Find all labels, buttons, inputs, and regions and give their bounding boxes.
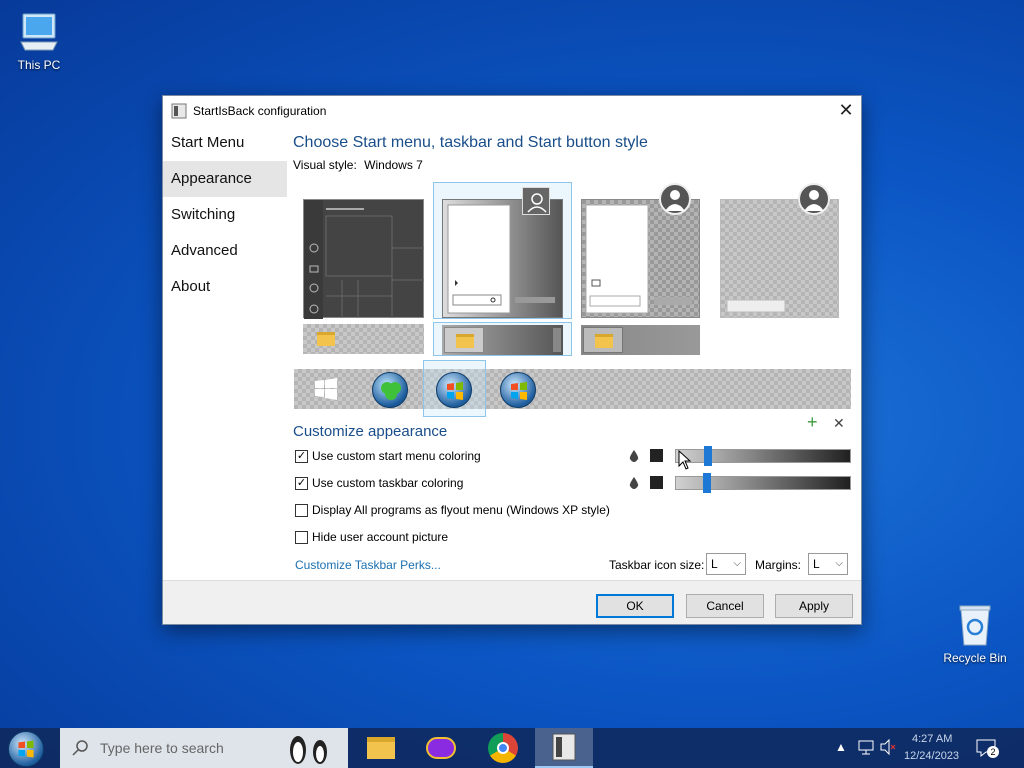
option-flyout-all-programs[interactable]: Display All programs as flyout menu (Win…	[295, 503, 610, 517]
chrome-icon	[488, 733, 518, 763]
start-style-plain[interactable]	[720, 199, 839, 318]
taskbar-search-box[interactable]: Type here to search	[60, 728, 348, 768]
sidebar-item-advanced[interactable]: Advanced	[163, 233, 287, 269]
customize-taskbar-perks-link[interactable]: Customize Taskbar Perks...	[295, 558, 441, 572]
visual-style-row: Visual style: Windows 7	[293, 158, 855, 172]
page-title: Choose Start menu, taskbar and Start but…	[293, 134, 648, 151]
desktop-icon-label: Recycle Bin	[943, 651, 1007, 665]
sidebar-item-appearance[interactable]: Appearance	[163, 161, 287, 197]
clover-orb-icon[interactable]	[372, 372, 408, 408]
checkbox-label: Use custom taskbar coloring	[312, 476, 464, 490]
slider-thumb[interactable]	[704, 446, 712, 466]
folder-icon	[456, 334, 474, 348]
visual-style-label: Visual style:	[293, 158, 357, 172]
taskbar-style-3[interactable]	[581, 325, 700, 355]
mask-app-icon	[426, 737, 456, 759]
taskbar-chrome[interactable]	[474, 728, 532, 768]
chevron-down-icon: ⌵	[835, 558, 843, 569]
sidebar: Start Menu Appearance Switching Advanced…	[163, 125, 287, 305]
start-orb-icon[interactable]	[8, 731, 44, 767]
folder-icon	[317, 332, 335, 346]
tray-overflow-chevron-icon[interactable]: ▲	[835, 740, 847, 754]
select-value: L	[813, 557, 820, 571]
cancel-button[interactable]: Cancel	[686, 594, 764, 618]
apply-button[interactable]: Apply	[775, 594, 853, 618]
add-icon[interactable]: +	[807, 412, 818, 433]
startisback-icon	[552, 733, 576, 761]
taskbar-color-swatch[interactable]	[650, 476, 663, 489]
chevron-down-icon: ⌵	[733, 558, 741, 569]
startisback-window: StartIsBack configuration ✕ Start Menu A…	[162, 95, 862, 625]
start-button-strip	[294, 360, 851, 417]
taskbar-app-mask[interactable]	[412, 728, 470, 768]
margins-select[interactable]: L ⌵	[808, 553, 848, 575]
taskbar: Type here to search ▲ 4:27 AM 12/24/2023…	[0, 728, 1024, 768]
checkbox-label: Hide user account picture	[312, 530, 449, 544]
select-value: L	[711, 557, 718, 571]
close-icon[interactable]: ✕	[831, 96, 861, 125]
app-icon	[171, 103, 187, 119]
taskbar-opacity-slider[interactable]	[675, 473, 851, 493]
desktop-icon-recycle-bin[interactable]: Recycle Bin	[937, 603, 1013, 665]
mouse-cursor-icon	[678, 449, 692, 473]
content-area: Choose Start menu, taskbar and Start but…	[293, 125, 855, 172]
margins-label: Margins:	[755, 558, 802, 572]
taskbar-startisback[interactable]	[535, 728, 593, 768]
sidebar-item-switching[interactable]: Switching	[163, 197, 287, 233]
taskbar-style-1[interactable]	[303, 324, 424, 354]
remove-icon[interactable]: ✕	[833, 415, 845, 432]
checkbox-label: Display All programs as flyout menu (Win…	[312, 503, 610, 517]
checkbox[interactable]	[295, 503, 308, 517]
folder-icon	[367, 737, 395, 759]
sidebar-item-about[interactable]: About	[163, 269, 287, 305]
start-style-windows8[interactable]	[581, 199, 700, 318]
visual-style-value: Windows 7	[364, 158, 423, 172]
volume-muted-icon[interactable]	[879, 738, 897, 759]
transparency-drop-icon	[628, 476, 640, 490]
taskbar-style-2[interactable]	[442, 325, 563, 355]
start-style-windows10[interactable]	[303, 199, 424, 319]
network-icon[interactable]	[857, 738, 875, 759]
notification-count-badge: 2	[987, 746, 999, 758]
customize-heading: Customize appearance	[293, 423, 448, 440]
checkbox-label: Use custom start menu coloring	[312, 449, 481, 463]
checkbox[interactable]: ✓	[295, 449, 308, 463]
folder-icon	[595, 334, 613, 348]
desktop-icon-label: This PC	[17, 58, 61, 72]
recycle-bin-icon	[955, 603, 995, 647]
search-icon	[72, 739, 90, 760]
checkbox[interactable]: ✓	[295, 476, 308, 490]
user-avatar-icon	[798, 183, 830, 215]
windows-classic-orb-icon[interactable]	[500, 372, 536, 408]
clock-date[interactable]: 12/24/2023	[904, 750, 959, 762]
desktop-icon-this-pc[interactable]: This PC	[1, 12, 77, 72]
icon-size-select[interactable]: L ⌵	[706, 553, 746, 575]
start-menu-opacity-slider[interactable]	[675, 446, 851, 466]
user-avatar-icon	[659, 183, 691, 215]
sidebar-item-start-menu[interactable]: Start Menu	[163, 125, 287, 161]
option-custom-start-coloring[interactable]: ✓ Use custom start menu coloring	[295, 449, 481, 463]
checkbox[interactable]	[295, 530, 308, 544]
transparency-drop-icon	[628, 449, 640, 463]
windows7-orb-icon[interactable]	[436, 372, 472, 408]
dialog-footer: OK Cancel Apply	[163, 580, 861, 624]
user-avatar-icon	[522, 187, 550, 215]
option-hide-user-picture[interactable]: Hide user account picture	[295, 530, 448, 544]
style-thumbnails	[303, 182, 853, 357]
computer-icon	[17, 12, 61, 54]
windows10-logo-icon[interactable]	[314, 377, 338, 401]
option-custom-taskbar-coloring[interactable]: ✓ Use custom taskbar coloring	[295, 476, 463, 490]
icon-size-label: Taskbar icon size:	[609, 558, 705, 572]
search-placeholder: Type here to search	[100, 740, 224, 756]
start-style-windows7[interactable]	[442, 199, 563, 318]
clock-time[interactable]: 4:27 AM	[912, 733, 952, 745]
window-title: StartIsBack configuration	[193, 103, 327, 118]
penguins-icon	[284, 730, 336, 768]
ok-button[interactable]: OK	[596, 594, 674, 618]
start-menu-color-swatch[interactable]	[650, 449, 663, 462]
taskbar-file-explorer[interactable]	[352, 728, 410, 768]
slider-thumb[interactable]	[703, 473, 711, 493]
title-bar[interactable]: StartIsBack configuration ✕	[163, 96, 861, 125]
